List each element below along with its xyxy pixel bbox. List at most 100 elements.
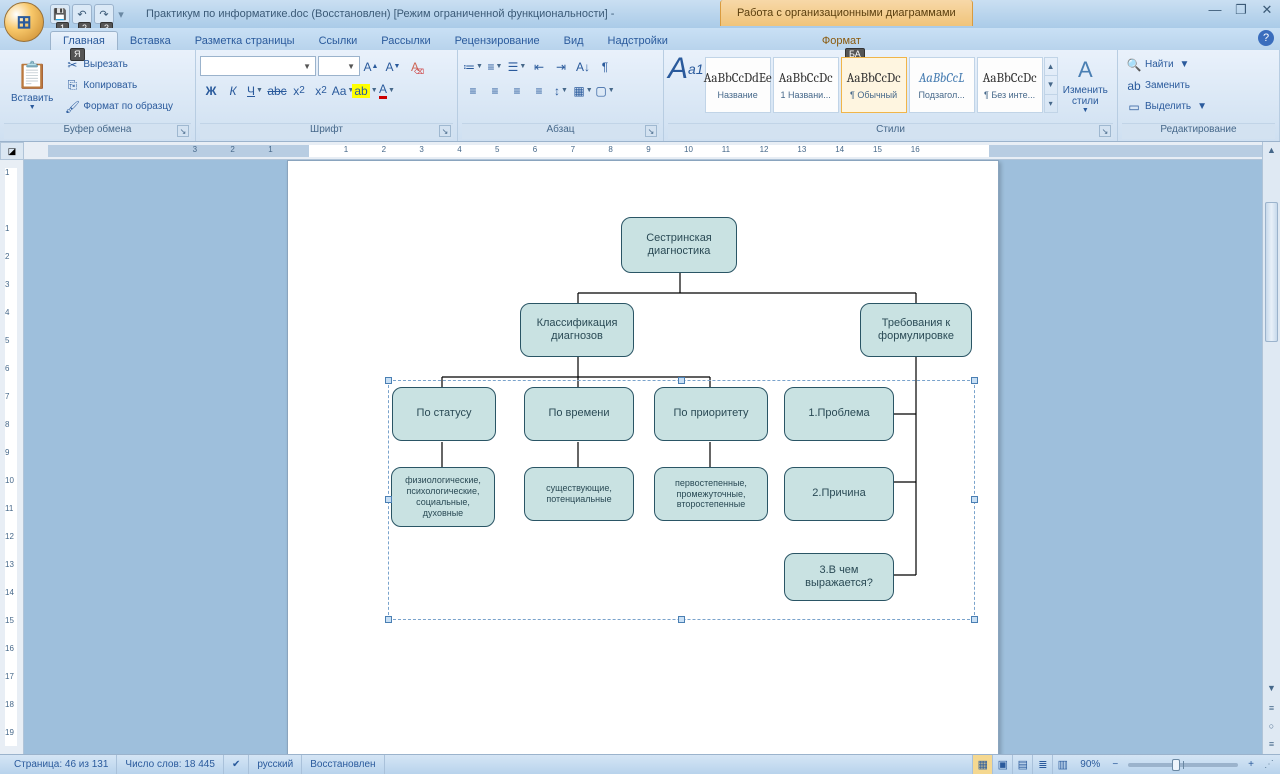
- sort-button[interactable]: A↓: [572, 56, 594, 77]
- para-launcher[interactable]: ↘: [645, 125, 657, 137]
- view-web[interactable]: ▤: [1012, 755, 1032, 774]
- shading-button[interactable]: ▦▼: [572, 80, 594, 101]
- qat-more-icon[interactable]: ▾: [116, 8, 126, 21]
- italic-button[interactable]: К: [222, 80, 244, 101]
- resize-handle[interactable]: [971, 496, 978, 503]
- resize-handle[interactable]: [678, 377, 685, 384]
- resize-handle[interactable]: [971, 377, 978, 384]
- view-draft[interactable]: ▥: [1052, 755, 1072, 774]
- scroll-up-button[interactable]: ▲: [1263, 142, 1280, 158]
- resize-handle[interactable]: [385, 616, 392, 623]
- change-styles-button[interactable]: A Изменить стили▼: [1058, 52, 1113, 118]
- scroll-thumb[interactable]: [1265, 202, 1278, 342]
- change-case-button[interactable]: Aa▼: [332, 80, 354, 101]
- align-center-button[interactable]: ≡: [484, 80, 506, 101]
- format-painter-button[interactable]: 🖌Формат по образцу: [62, 96, 176, 117]
- zoom-in-button[interactable]: +: [1244, 759, 1258, 770]
- status-page[interactable]: Страница: 46 из 131: [6, 755, 117, 774]
- show-marks-button[interactable]: ¶: [594, 56, 616, 77]
- view-print-layout[interactable]: ▦: [972, 755, 992, 774]
- zoom-slider[interactable]: [1128, 763, 1238, 767]
- resize-handle[interactable]: [385, 377, 392, 384]
- copy-button[interactable]: ⎘Копировать: [62, 75, 176, 96]
- diagram-node-requirements[interactable]: Требования к формулировке: [860, 303, 972, 357]
- styles-launcher[interactable]: ↘: [1099, 125, 1111, 137]
- justify-button[interactable]: ≡: [528, 80, 550, 101]
- font-launcher[interactable]: ↘: [439, 125, 451, 137]
- style-item[interactable]: AaBbCcDc¶ Обычный: [841, 57, 907, 113]
- highlight-button[interactable]: ab▼: [354, 80, 376, 101]
- browse-prev-button[interactable]: ≡: [1263, 700, 1280, 716]
- view-full-screen[interactable]: ▣: [992, 755, 1012, 774]
- replace-button[interactable]: abЗаменить: [1124, 75, 1210, 96]
- resize-handle[interactable]: [678, 616, 685, 623]
- font-name-combo[interactable]: ▼: [200, 56, 316, 76]
- ruler-corner[interactable]: ◪: [0, 142, 24, 160]
- diagram-node-classification[interactable]: Классификация диагнозов: [520, 303, 634, 357]
- status-word-count[interactable]: Число слов: 18 445: [117, 755, 224, 774]
- status-spellcheck[interactable]: ✔: [224, 755, 249, 774]
- select-button[interactable]: ▭Выделить▼: [1124, 96, 1210, 117]
- tab-review[interactable]: Рецензирование: [443, 32, 552, 50]
- diagram-selection[interactable]: [388, 380, 975, 620]
- minimize-button[interactable]: —: [1206, 2, 1224, 18]
- tab-insert[interactable]: Вставка: [118, 32, 183, 50]
- font-size-combo[interactable]: ▼: [318, 56, 360, 76]
- resize-handle[interactable]: [385, 496, 392, 503]
- style-gallery[interactable]: AaBbCcDdEeНазвание AaBbCcDc1 Названи... …: [704, 52, 1058, 118]
- bold-button[interactable]: Ж: [200, 80, 222, 101]
- qat-save[interactable]: 💾: [50, 4, 70, 24]
- style-item[interactable]: AaBbCcDc1 Названи...: [773, 57, 839, 113]
- zoom-handle[interactable]: [1172, 759, 1180, 771]
- style-item[interactable]: AaBbCcDdEeНазвание: [705, 57, 771, 113]
- status-recovered[interactable]: Восстановлен: [302, 755, 384, 774]
- superscript-button[interactable]: x2: [310, 80, 332, 101]
- line-spacing-button[interactable]: ↕▼: [550, 80, 572, 101]
- gallery-scroll[interactable]: ▲▼▾: [1044, 57, 1058, 113]
- align-left-button[interactable]: ≡: [462, 80, 484, 101]
- horizontal-ruler[interactable]: 32112345678910111213141516: [24, 142, 1262, 160]
- dec-indent-button[interactable]: ⇤: [528, 56, 550, 77]
- tab-page-layout[interactable]: Разметка страницы: [183, 32, 307, 50]
- inc-indent-button[interactable]: ⇥: [550, 56, 572, 77]
- clear-format-button[interactable]: A⌫: [404, 56, 426, 77]
- style-item[interactable]: AaBbCcDc¶ Без инте...: [977, 57, 1043, 113]
- qat-redo[interactable]: ↷: [94, 4, 114, 24]
- find-button[interactable]: 🔍Найти▼: [1124, 54, 1210, 75]
- font-color-button[interactable]: A▼: [376, 80, 398, 101]
- multilevel-button[interactable]: ☰▼: [506, 56, 528, 77]
- strike-button[interactable]: abc: [266, 80, 288, 101]
- tab-references[interactable]: Ссылки: [307, 32, 370, 50]
- bullets-button[interactable]: ≔▼: [462, 56, 484, 77]
- clipboard-launcher[interactable]: ↘: [177, 125, 189, 137]
- numbering-button[interactable]: ≡▼: [484, 56, 506, 77]
- cut-button[interactable]: ✂Вырезать: [62, 54, 176, 75]
- browse-object-button[interactable]: ○: [1263, 718, 1280, 734]
- style-item[interactable]: AaBbCcLПодзагол...: [909, 57, 975, 113]
- align-right-button[interactable]: ≡: [506, 80, 528, 101]
- resize-handle[interactable]: [971, 616, 978, 623]
- close-button[interactable]: ✕: [1258, 2, 1276, 18]
- scroll-down-button[interactable]: ▼: [1263, 680, 1280, 696]
- vertical-ruler[interactable]: 11234567891011121314151617181920: [0, 160, 24, 754]
- office-button[interactable]: ⊞: [4, 2, 44, 42]
- tab-view[interactable]: Вид: [552, 32, 596, 50]
- status-zoom-value[interactable]: 90%: [1072, 755, 1108, 774]
- view-outline[interactable]: ≣: [1032, 755, 1052, 774]
- document-area[interactable]: Сестринская диагностика Классификация ди…: [24, 160, 1262, 754]
- underline-button[interactable]: Ч▼: [244, 80, 266, 101]
- tab-home[interactable]: Главная: [50, 31, 118, 50]
- tab-mailings[interactable]: Рассылки: [369, 32, 442, 50]
- tab-addins[interactable]: Надстройки: [596, 32, 680, 50]
- restore-button[interactable]: ❐: [1232, 2, 1250, 18]
- status-language[interactable]: русский: [249, 755, 302, 774]
- grow-font-button[interactable]: A▲: [360, 56, 382, 77]
- vertical-scrollbar[interactable]: ▲ ▼ ≡ ○ ≡: [1262, 142, 1280, 754]
- diagram-node-root[interactable]: Сестринская диагностика: [621, 217, 737, 273]
- zoom-out-button[interactable]: −: [1108, 759, 1122, 770]
- borders-button[interactable]: ▢▼: [594, 80, 616, 101]
- qat-undo[interactable]: ↶: [72, 4, 92, 24]
- subscript-button[interactable]: x2: [288, 80, 310, 101]
- browse-next-button[interactable]: ≡: [1263, 736, 1280, 752]
- shrink-font-button[interactable]: A▼: [382, 56, 404, 77]
